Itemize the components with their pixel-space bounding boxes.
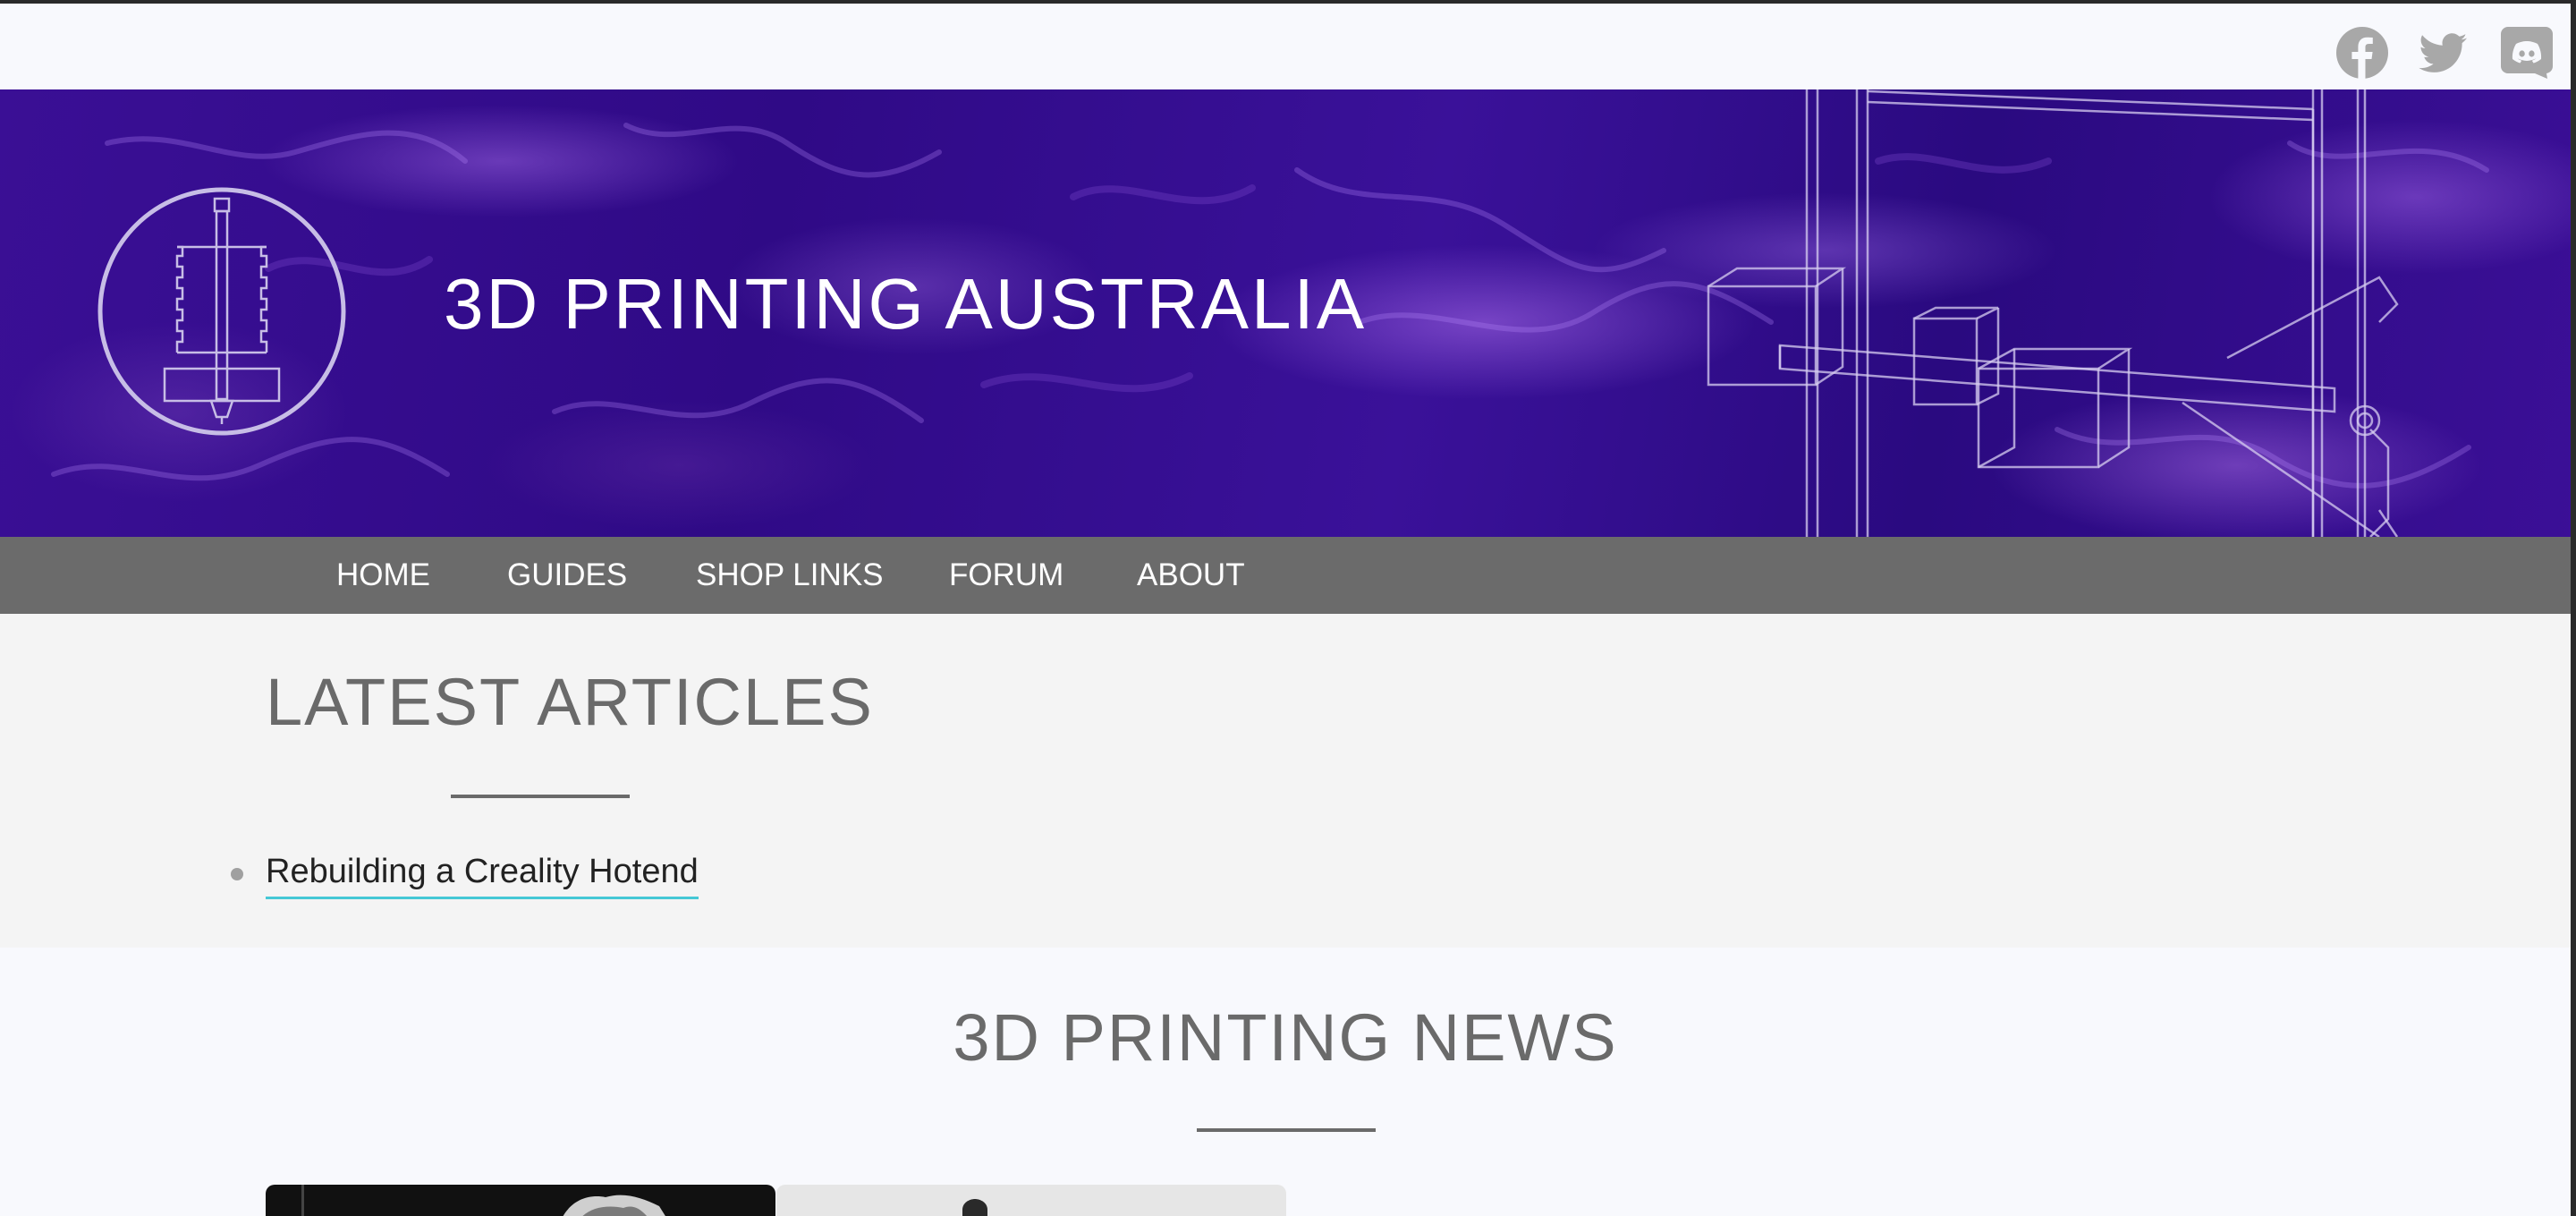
section-divider — [451, 795, 630, 798]
site-title[interactable]: 3D PRINTING AUSTRALIA — [444, 268, 1367, 340]
nav-about[interactable]: ABOUT — [1137, 537, 1245, 614]
list-bullet — [231, 868, 243, 880]
hotend-logo-icon[interactable] — [95, 184, 349, 438]
discord-icon[interactable] — [2499, 25, 2555, 81]
nav-guides[interactable]: GUIDES — [507, 537, 627, 614]
latest-articles-heading: LATEST ARTICLES — [266, 665, 874, 739]
nav-forum[interactable]: FORUM — [949, 537, 1063, 614]
social-bar — [0, 4, 2576, 89]
header-banner: 3D PRINTING AUSTRALIA — [0, 89, 2576, 537]
page: 3D PRINTING AUSTRALIA HOME GUIDES SHOP L… — [0, 0, 2576, 1216]
latest-articles-section: LATEST ARTICLES Rebuilding a Creality Ho… — [0, 614, 2576, 948]
news-card-image[interactable] — [266, 1185, 775, 1216]
article-link[interactable]: Rebuilding a Creality Hotend — [266, 852, 699, 899]
nav-shop-links[interactable]: SHOP LINKS — [696, 537, 883, 614]
main-nav: HOME GUIDES SHOP LINKS FORUM ABOUT — [0, 537, 2576, 614]
nav-home[interactable]: HOME — [336, 537, 430, 614]
window-right-border — [2571, 0, 2576, 1216]
facebook-icon[interactable] — [2334, 25, 2390, 81]
printer-wireframe-illustration — [1682, 89, 2415, 537]
news-heading: 3D PRINTING NEWS — [953, 1000, 1618, 1075]
news-section: 3D PRINTING NEWS — [0, 948, 2576, 1216]
twitter-icon[interactable] — [2415, 25, 2470, 81]
news-card-image[interactable] — [776, 1185, 1286, 1216]
section-divider — [1197, 1128, 1376, 1132]
